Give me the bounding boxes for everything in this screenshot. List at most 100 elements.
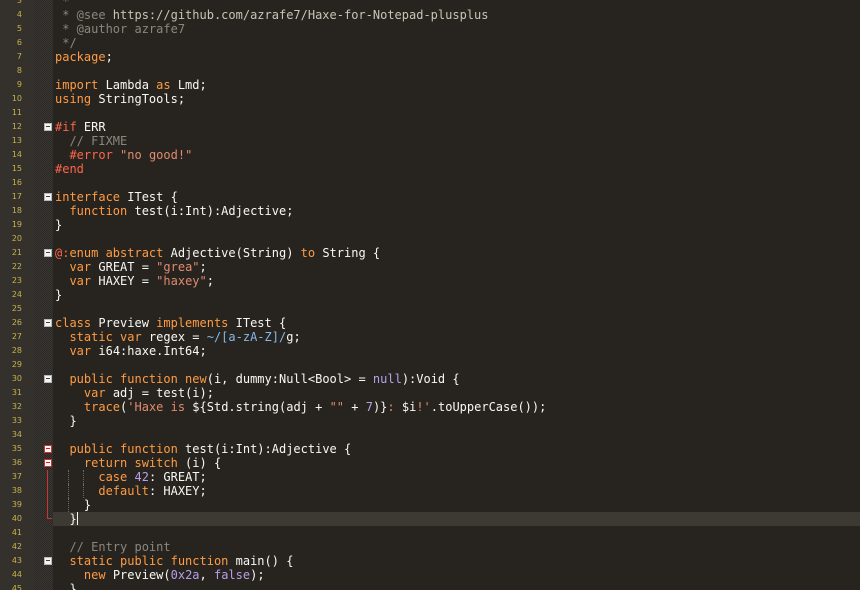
line-number: 14 bbox=[11, 150, 22, 159]
code-text: import Lambda as Lmd; bbox=[55, 78, 207, 92]
code-line[interactable]: 39 } bbox=[0, 498, 860, 512]
code-line[interactable]: 40 } bbox=[0, 512, 860, 526]
code-line[interactable]: 23 var HAXEY = "haxey"; bbox=[0, 274, 860, 288]
code-line[interactable]: 27 static var regex = ~/[a-zA-Z]/g; bbox=[0, 330, 860, 344]
code-token-keyword: var bbox=[69, 260, 92, 274]
code-line[interactable]: 22 var GREAT = "grea"; bbox=[0, 260, 860, 274]
code-line[interactable]: 24} bbox=[0, 288, 860, 302]
code-token-regex: ~/[a-zA-Z]/ bbox=[206, 330, 287, 344]
code-editor[interactable]: 3 * 4 * @see https://github.com/azrafe7/H… bbox=[0, 0, 860, 590]
code-line[interactable]: 11 bbox=[0, 106, 860, 120]
code-line[interactable]: 20 bbox=[0, 232, 860, 246]
indent-guide bbox=[68, 470, 70, 484]
text-caret bbox=[76, 512, 78, 525]
code-token-string: "no good!" bbox=[120, 148, 193, 162]
line-number: 39 bbox=[11, 500, 22, 509]
code-line[interactable]: 7 package; bbox=[0, 50, 860, 64]
code-token-keyword: public function bbox=[69, 442, 178, 456]
code-text: * @author azrafe7 bbox=[55, 22, 185, 36]
code-line[interactable]: 38 default: HAXEY; bbox=[0, 484, 860, 498]
code-line[interactable]: 19} bbox=[0, 218, 860, 232]
fold-toggle-icon[interactable] bbox=[44, 249, 52, 257]
code-line[interactable]: 34 bbox=[0, 428, 860, 442]
code-text: var adj = test(i); bbox=[55, 386, 214, 400]
line-number: 41 bbox=[11, 528, 22, 537]
line-number: 45 bbox=[11, 584, 22, 590]
code-line[interactable]: 45 } bbox=[0, 582, 860, 590]
code-line[interactable]: 12 #if ERR bbox=[0, 120, 860, 134]
code-token-keyword: trace bbox=[83, 400, 121, 414]
fold-toggle-icon[interactable] bbox=[44, 123, 52, 131]
code-line[interactable]: 30 public function new(i, dummy:Null<Boo… bbox=[0, 372, 860, 386]
code-token-comment: * @author azrafe7 bbox=[55, 22, 186, 36]
code-token-number: false bbox=[213, 568, 251, 582]
fold-toggle-icon[interactable] bbox=[44, 375, 52, 383]
code-line[interactable]: 13 // FIXME bbox=[0, 134, 860, 148]
code-token-plain: + bbox=[344, 400, 366, 414]
line-number: 35 bbox=[11, 444, 22, 453]
code-token-plain: , bbox=[199, 568, 214, 582]
code-token-keyword: class bbox=[55, 316, 92, 330]
line-number: 40 bbox=[11, 514, 22, 523]
code-line[interactable]: 37 case 42: GREAT; bbox=[0, 470, 860, 484]
code-line[interactable]: 4 * @see https://github.com/azrafe7/Haxe… bbox=[0, 8, 860, 22]
code-token-string: 'Haxe is bbox=[127, 400, 193, 414]
line-number: 30 bbox=[11, 374, 22, 383]
indent-guide bbox=[82, 470, 84, 484]
code-lines[interactable]: 3 * 4 * @see https://github.com/azrafe7/H… bbox=[0, 0, 860, 590]
code-line[interactable]: 3 * bbox=[0, 0, 860, 8]
code-line[interactable]: 25 bbox=[0, 302, 860, 316]
code-line[interactable]: 17 interface ITest { bbox=[0, 190, 860, 204]
fold-toggle-icon[interactable] bbox=[44, 319, 52, 327]
code-line[interactable]: 33 } bbox=[0, 414, 860, 428]
code-token-comment: */ bbox=[55, 36, 77, 50]
code-token-plain: ${Std.string(adj + bbox=[192, 400, 330, 414]
code-line[interactable]: 14 #error "no good!" bbox=[0, 148, 860, 162]
fold-range-marker bbox=[47, 484, 48, 498]
code-token-plain: } bbox=[55, 414, 77, 428]
code-line[interactable]: 35 public function test(i:Int):Adjective… bbox=[0, 442, 860, 456]
code-line[interactable]: 44 new Preview(0x2a, false); bbox=[0, 568, 860, 582]
line-number: 5 bbox=[16, 24, 22, 33]
code-line[interactable]: 21 @:enum abstract Adjective(String) to S… bbox=[0, 246, 860, 260]
code-token-plain: } bbox=[83, 498, 92, 512]
indent-guide bbox=[68, 484, 70, 498]
code-line[interactable]: 5 * @author azrafe7 bbox=[0, 22, 860, 36]
code-line[interactable]: 10 using StringTools; bbox=[0, 92, 860, 106]
code-line[interactable]: 18 function test(i:Int):Adjective; bbox=[0, 204, 860, 218]
fold-toggle-icon[interactable] bbox=[44, 445, 52, 453]
code-token-plain: ; bbox=[199, 260, 207, 274]
code-token-keyword: var bbox=[69, 344, 92, 358]
code-token-plain: } bbox=[55, 288, 63, 302]
code-line[interactable]: 36 return switch (i) { bbox=[0, 456, 860, 470]
code-line[interactable]: 42 // Entry point bbox=[0, 540, 860, 554]
code-token-keyword: interface bbox=[55, 190, 121, 204]
code-token-plain: Preview bbox=[91, 316, 157, 330]
code-line[interactable]: 15 #end bbox=[0, 162, 860, 176]
line-number: 20 bbox=[11, 234, 22, 243]
code-line[interactable]: 29 bbox=[0, 358, 860, 372]
code-line[interactable]: 41 bbox=[0, 526, 860, 540]
code-token-keyword: default bbox=[98, 484, 149, 498]
code-token-preproc: #error bbox=[69, 148, 113, 162]
code-line[interactable]: 32 trace('Haxe is ${Std.string(adj + "" … bbox=[0, 400, 860, 414]
code-token-keyword: function bbox=[69, 204, 128, 218]
code-line[interactable]: 28 var i64:haxe.Int64; bbox=[0, 344, 860, 358]
code-line[interactable]: 9 import Lambda as Lmd; bbox=[0, 78, 860, 92]
code-token-keyword: var bbox=[83, 386, 106, 400]
fold-toggle-icon[interactable] bbox=[44, 459, 52, 467]
code-line[interactable]: 16 bbox=[0, 176, 860, 190]
code-line[interactable]: 6 */ bbox=[0, 36, 860, 50]
code-token-string: : bbox=[387, 400, 402, 414]
code-token-preproc: @: bbox=[55, 246, 70, 260]
code-line[interactable]: 43 static public function main() { bbox=[0, 554, 860, 568]
fold-toggle-icon[interactable] bbox=[44, 557, 52, 565]
code-token-plain: regex = bbox=[141, 330, 207, 344]
code-line[interactable]: 26 class Preview implements ITest { bbox=[0, 316, 860, 330]
code-token-keyword: as bbox=[156, 78, 171, 92]
fold-toggle-icon[interactable] bbox=[44, 193, 52, 201]
code-line[interactable]: 31 var adj = test(i); bbox=[0, 386, 860, 400]
code-line[interactable]: 8 bbox=[0, 64, 860, 78]
